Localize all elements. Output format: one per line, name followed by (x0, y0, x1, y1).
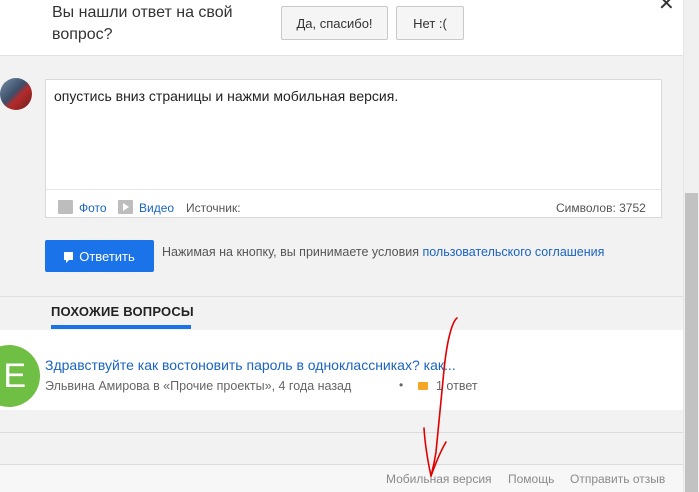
yes-thanks-button[interactable]: Да, спасибо! (281, 6, 388, 40)
source-label: Источник: (186, 201, 241, 215)
footer-help-link[interactable]: Помощь (508, 472, 554, 486)
question-title-link[interactable]: Здравствуйте как востоновить пароль в од… (45, 357, 456, 373)
answers-icon (418, 382, 428, 390)
terms-prefix: Нажимая на кнопку, вы принимаете условия (162, 245, 423, 259)
close-icon[interactable]: ✕ (658, 0, 675, 14)
feedback-question: Вы нашли ответ на свой вопрос? (52, 4, 233, 43)
photo-icon (58, 200, 73, 214)
chars-count: Символов: 3752 (556, 201, 646, 215)
gap-band (0, 410, 683, 432)
video-icon (118, 200, 133, 214)
no-button[interactable]: Нет :( (396, 6, 464, 40)
meta-separator: • (399, 378, 404, 392)
photo-link[interactable]: Фото (79, 201, 107, 215)
video-link[interactable]: Видео (139, 201, 174, 215)
tab-underline (51, 325, 191, 329)
reply-button-label: Ответить (79, 248, 135, 264)
lower-band (0, 433, 683, 465)
scrollbar-thumb[interactable] (685, 193, 698, 492)
comment-icon (64, 252, 74, 263)
answer-text: опустись вниз страницы и нажми мобильная… (54, 88, 399, 104)
similar-questions-tab[interactable]: ПОХОЖИЕ ВОПРОСЫ (51, 304, 194, 319)
terms-link[interactable]: пользовательского соглашения (422, 245, 604, 259)
answers-count[interactable]: 1 ответ (436, 379, 478, 393)
terms-text: Нажимая на кнопку, вы принимаете условия… (162, 245, 604, 259)
attach-divider (46, 189, 661, 190)
reply-button[interactable]: Ответить (45, 240, 154, 272)
question-meta: Эльвина Амирова в «Прочие проекты», 4 го… (45, 379, 352, 393)
footer-feedback-link[interactable]: Отправить отзыв (570, 472, 665, 486)
user-avatar (0, 78, 32, 110)
footer-mobile-version-link[interactable]: Мобильная версия (386, 472, 492, 486)
